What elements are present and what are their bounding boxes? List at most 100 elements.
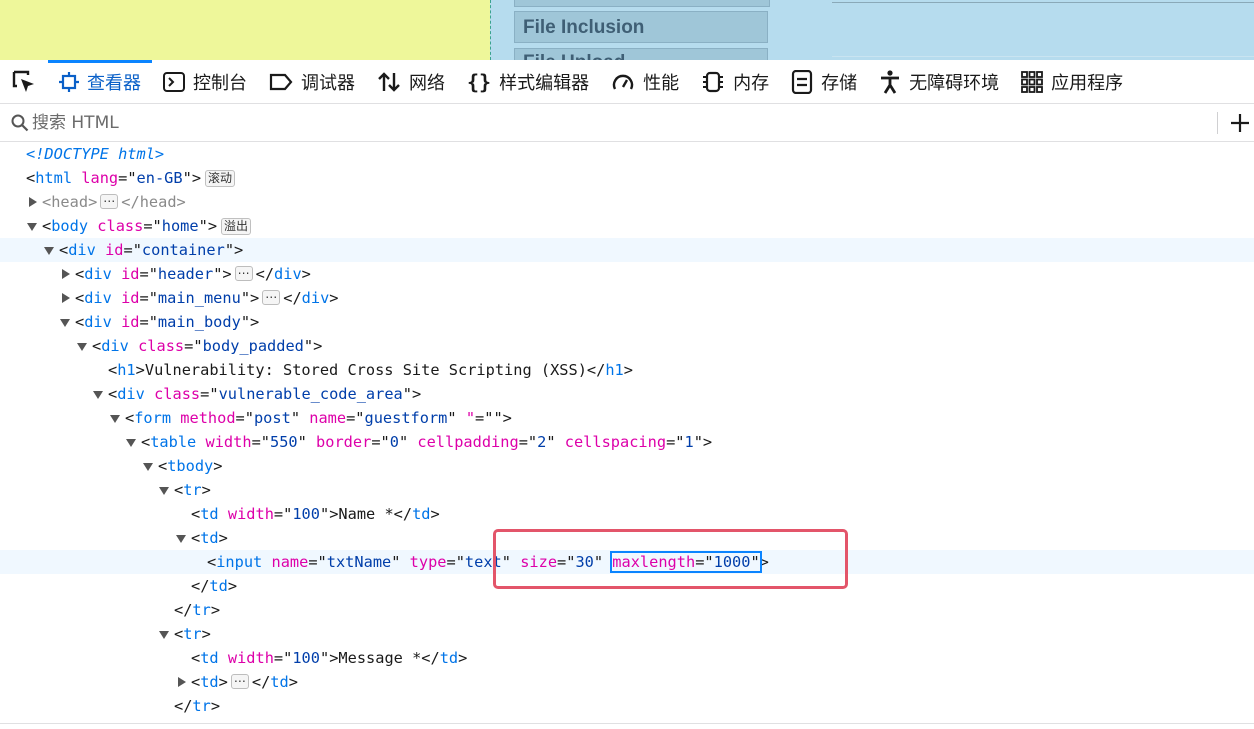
collapse-toggle-icon[interactable]	[176, 535, 186, 543]
devtools-toolbar: 查看器 控制台 调试器 网络 {} 样式编辑器 性能 内存 存储 无障碍环境 应…	[0, 59, 1254, 104]
tag-name: td	[200, 529, 219, 547]
tab-performance[interactable]: 性能	[600, 60, 690, 104]
tree-row-td-close[interactable]: </td>	[0, 574, 1254, 598]
tree-row-form[interactable]: <form method="post" name="guestform" "="…	[0, 406, 1254, 430]
tree-row-td-message-label[interactable]: <td width="100">Message *</td>	[0, 646, 1254, 670]
tab-application[interactable]: 应用程序	[1010, 60, 1134, 104]
tree-row-container[interactable]: <div id="container">	[0, 238, 1254, 262]
scroll-badge[interactable]: 滚动	[205, 170, 236, 187]
tree-row-td[interactable]: <td>	[0, 526, 1254, 550]
tab-accessibility[interactable]: 无障碍环境	[868, 60, 1010, 104]
collapse-toggle-icon[interactable]	[44, 247, 54, 255]
collapse-toggle-icon[interactable]	[143, 463, 153, 471]
tree-row-td-collapsed[interactable]: <td> ⋯ </td>	[0, 670, 1254, 694]
preview-menu-item-file-upload[interactable]: File Upload	[514, 48, 768, 60]
collapse-toggle-icon[interactable]	[159, 631, 169, 639]
collapsed-children-badge[interactable]: ⋯	[100, 194, 119, 209]
tag-name: body	[51, 217, 89, 235]
attr-value: home	[161, 217, 199, 235]
plus-icon	[1231, 114, 1249, 132]
performance-icon	[611, 71, 635, 93]
element-picker-button[interactable]	[0, 60, 48, 104]
tree-row-h1[interactable]: <h1>Vulnerability: Stored Cross Site Scr…	[0, 358, 1254, 382]
preview-menu-item-above	[514, 0, 770, 7]
tag-name: td	[439, 649, 459, 667]
search-html-input[interactable]	[32, 110, 1192, 136]
tag-name: h1	[605, 361, 624, 379]
attr-name: class	[154, 385, 201, 403]
tab-memory[interactable]: 内存	[690, 60, 780, 104]
tree-row-input[interactable]: <input name="txtName" type="text" size="…	[0, 550, 1254, 574]
tree-row-tr-close[interactable]: </tr>	[0, 598, 1254, 622]
tab-label: 调试器	[301, 72, 355, 94]
expand-toggle-icon[interactable]	[178, 677, 186, 687]
preview-menu-item-file-inclusion[interactable]: File Inclusion	[514, 11, 768, 43]
tree-row-code-area[interactable]: <div class="vulnerable_code_area">	[0, 382, 1254, 406]
collapse-toggle-icon[interactable]	[27, 223, 37, 231]
tree-row-tr[interactable]: <tr>	[0, 478, 1254, 502]
tree-row-body[interactable]: <body class="home"> 溢出	[0, 214, 1254, 238]
attr-name: size	[520, 553, 558, 571]
attr-value: 30	[575, 553, 594, 571]
attr-value: body_padded	[202, 337, 304, 355]
attr-name: border	[316, 433, 372, 451]
tab-label: 性能	[643, 72, 680, 94]
td-text: Name *	[338, 505, 394, 523]
add-node-button[interactable]	[1226, 108, 1254, 138]
attr-name: maxlength	[612, 553, 696, 571]
network-icon	[377, 71, 401, 93]
tree-row-doctype[interactable]: <!DOCTYPE html>	[0, 142, 1254, 166]
collapse-toggle-icon[interactable]	[126, 439, 136, 447]
tree-row-tr[interactable]: <tr>	[0, 622, 1254, 646]
tab-console[interactable]: 控制台	[152, 60, 258, 104]
tree-row-body-padded[interactable]: <div class="body_padded">	[0, 334, 1254, 358]
tree-row-tbody[interactable]: <tbody>	[0, 454, 1254, 478]
selected-maxlength-attribute[interactable]: maxlength="1000"	[610, 551, 762, 573]
tab-inspector[interactable]: 查看器	[48, 59, 152, 104]
tab-label: 内存	[733, 72, 770, 94]
collapsed-children-badge[interactable]: ⋯	[234, 266, 253, 281]
attr-value: 1000	[713, 553, 751, 571]
expand-toggle-icon[interactable]	[29, 197, 37, 207]
attr-name: class	[97, 217, 144, 235]
attr-value: header	[157, 265, 214, 283]
preview-content-border-lower	[832, 56, 1254, 57]
tree-row-header[interactable]: <div id="header"> ⋯ </div>	[0, 262, 1254, 286]
attr-value: txtName	[326, 553, 392, 571]
tab-debugger[interactable]: 调试器	[258, 60, 366, 104]
tab-network[interactable]: 网络	[366, 60, 456, 104]
collapse-toggle-icon[interactable]	[77, 343, 87, 351]
expand-toggle-icon[interactable]	[62, 269, 70, 279]
attr-name: cellpadding	[417, 433, 519, 451]
tag-name: div	[117, 385, 145, 403]
tag-name: form	[134, 409, 172, 427]
storage-icon	[791, 69, 813, 94]
tab-storage[interactable]: 存储	[780, 60, 868, 104]
tag-name: div	[84, 289, 112, 307]
tab-style-editor[interactable]: {} 样式编辑器	[456, 60, 600, 104]
collapsed-children-badge[interactable]: ⋯	[262, 290, 281, 305]
collapse-toggle-icon[interactable]	[159, 487, 169, 495]
attr-name: width	[227, 649, 274, 667]
tree-row-html[interactable]: <html lang="en-GB"> 滚动	[0, 166, 1254, 190]
memory-icon	[701, 70, 725, 94]
collapse-toggle-icon[interactable]	[110, 415, 120, 423]
tree-row-main-body[interactable]: <div id="main_body">	[0, 310, 1254, 334]
tree-row-head[interactable]: <head> ⋯ </head>	[0, 190, 1254, 214]
tag-name: tr	[192, 601, 211, 619]
overflow-badge[interactable]: 溢出	[221, 218, 252, 235]
collapse-toggle-icon[interactable]	[93, 391, 103, 399]
search-icon	[11, 114, 29, 136]
tree-row-main-menu[interactable]: <div id="main_menu"> ⋯ </div>	[0, 286, 1254, 310]
tree-row-table[interactable]: <table width="550" border="0" cellpaddin…	[0, 430, 1254, 454]
expand-toggle-icon[interactable]	[62, 293, 70, 303]
tree-row-td-name-label[interactable]: <td width="100">Name *</td>	[0, 502, 1254, 526]
attr-value: 1	[684, 433, 694, 451]
attr-name: id	[121, 289, 140, 307]
tag-name: td	[200, 649, 219, 667]
tree-row-tr-close[interactable]: </tr>	[0, 694, 1254, 718]
attr-value: container	[141, 241, 225, 259]
tab-label: 控制台	[193, 72, 247, 94]
collapse-toggle-icon[interactable]	[60, 319, 70, 327]
collapsed-children-badge[interactable]: ⋯	[230, 674, 249, 689]
